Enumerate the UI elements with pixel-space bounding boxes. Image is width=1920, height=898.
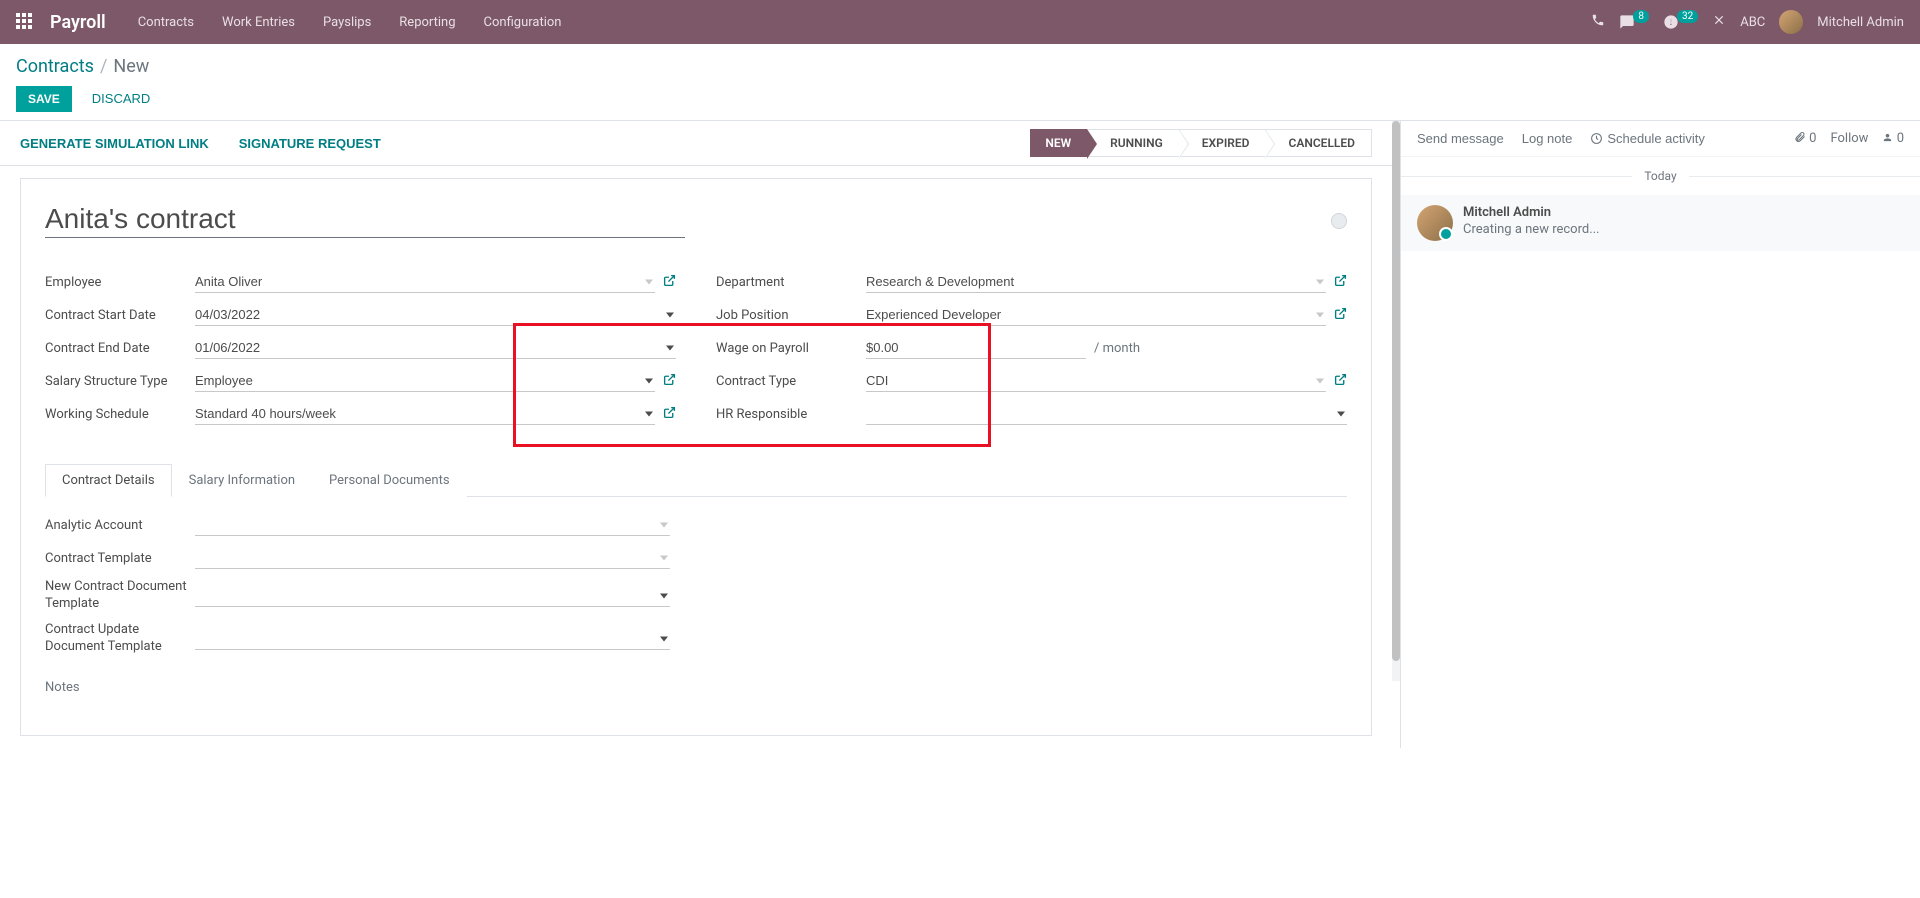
- app-brand[interactable]: Payroll: [50, 12, 106, 33]
- contract-template-label: Contract Template: [45, 551, 195, 566]
- contract-update-doc-template-label: Contract Update Document Template: [45, 622, 195, 656]
- chatter-panel: Send message Log note Schedule activity …: [1400, 121, 1920, 748]
- analytic-account-input[interactable]: [195, 514, 670, 536]
- discard-button[interactable]: DISCARD: [86, 85, 157, 112]
- scrollbar[interactable]: [1392, 121, 1400, 681]
- nav-configuration[interactable]: Configuration: [484, 15, 562, 30]
- user-name[interactable]: Mitchell Admin: [1817, 15, 1904, 30]
- breadcrumb: Contracts/New: [16, 56, 1904, 77]
- kanban-state-dot[interactable]: [1331, 213, 1347, 229]
- department-external-link-icon[interactable]: [1334, 274, 1347, 291]
- contract-type-label: Contract Type: [716, 374, 866, 389]
- activities-icon[interactable]: 32: [1663, 14, 1698, 30]
- messages-icon[interactable]: 8: [1619, 14, 1649, 30]
- working-schedule-label: Working Schedule: [45, 407, 195, 422]
- employee-input[interactable]: [195, 271, 655, 293]
- status-running[interactable]: RUNNING: [1087, 129, 1179, 157]
- status-cancelled[interactable]: CANCELLED: [1265, 129, 1372, 157]
- wage-label: Wage on Payroll: [716, 341, 866, 356]
- job-position-label: Job Position: [716, 308, 866, 323]
- user-avatar[interactable]: [1779, 10, 1803, 34]
- salary-structure-label: Salary Structure Type: [45, 374, 195, 389]
- save-button[interactable]: SAVE: [16, 86, 72, 112]
- tab-personal-documents[interactable]: Personal Documents: [312, 464, 467, 497]
- job-position-input[interactable]: [866, 304, 1326, 326]
- end-date-input[interactable]: [195, 337, 676, 359]
- new-contract-doc-template-label: New Contract Document Template: [45, 579, 195, 613]
- contract-type-external-link-icon[interactable]: [1334, 373, 1347, 390]
- chatter-date-separator: Today: [1401, 169, 1920, 183]
- company-switcher[interactable]: ABC: [1740, 15, 1765, 30]
- message-body: Creating a new record...: [1463, 222, 1904, 237]
- breadcrumb-current: New: [113, 56, 149, 77]
- log-note-button[interactable]: Log note: [1522, 131, 1573, 146]
- status-expired[interactable]: EXPIRED: [1179, 129, 1266, 157]
- new-contract-doc-template-input[interactable]: [195, 585, 670, 607]
- contract-type-input[interactable]: [866, 370, 1326, 392]
- nav-contracts[interactable]: Contracts: [138, 15, 194, 30]
- employee-label: Employee: [45, 275, 195, 290]
- department-input[interactable]: [866, 271, 1326, 293]
- tabs: Contract Details Salary Information Pers…: [45, 463, 1347, 497]
- attachments-count[interactable]: 0: [1794, 131, 1817, 146]
- start-date-label: Contract Start Date: [45, 308, 195, 323]
- phone-icon[interactable]: [1591, 13, 1605, 31]
- close-tray-icon[interactable]: [1712, 13, 1726, 31]
- salary-structure-external-link-icon[interactable]: [663, 373, 676, 390]
- analytic-account-label: Analytic Account: [45, 518, 195, 533]
- contract-update-doc-template-input[interactable]: [195, 628, 670, 650]
- nav-reporting[interactable]: Reporting: [399, 15, 455, 30]
- follow-button[interactable]: Follow: [1830, 131, 1868, 146]
- department-label: Department: [716, 275, 866, 290]
- working-schedule-input[interactable]: [195, 403, 655, 425]
- schedule-activity-button[interactable]: Schedule activity: [1590, 131, 1705, 146]
- message-author: Mitchell Admin: [1463, 205, 1904, 220]
- tab-salary-information[interactable]: Salary Information: [172, 464, 312, 497]
- messages-badge: 8: [1633, 10, 1649, 23]
- followers-count[interactable]: 0: [1882, 131, 1904, 146]
- status-bar: NEW RUNNING EXPIRED CANCELLED: [1030, 129, 1372, 157]
- contract-template-input[interactable]: [195, 547, 670, 569]
- breadcrumb-contracts[interactable]: Contracts: [16, 56, 94, 77]
- wage-unit: / month: [1094, 341, 1140, 356]
- apps-icon[interactable]: [16, 13, 34, 31]
- contract-name-input[interactable]: [45, 203, 685, 238]
- working-schedule-external-link-icon[interactable]: [663, 406, 676, 423]
- salary-structure-input[interactable]: [195, 370, 655, 392]
- start-date-input[interactable]: [195, 304, 676, 326]
- nav-payslips[interactable]: Payslips: [323, 15, 371, 30]
- send-message-button[interactable]: Send message: [1417, 131, 1504, 146]
- status-new[interactable]: NEW: [1030, 129, 1087, 157]
- chatter-message: Mitchell Admin Creating a new record...: [1401, 195, 1920, 251]
- top-navbar: Payroll Contracts Work Entries Payslips …: [0, 0, 1920, 44]
- signature-request-button[interactable]: SIGNATURE REQUEST: [239, 136, 381, 151]
- activities-badge: 32: [1677, 10, 1698, 23]
- hr-responsible-label: HR Responsible: [716, 407, 866, 422]
- generate-simulation-link-button[interactable]: GENERATE SIMULATION LINK: [20, 136, 209, 151]
- message-avatar: [1417, 205, 1453, 241]
- wage-input[interactable]: [866, 337, 1086, 359]
- job-position-external-link-icon[interactable]: [1334, 307, 1347, 324]
- employee-external-link-icon[interactable]: [663, 274, 676, 291]
- nav-work-entries[interactable]: Work Entries: [222, 15, 295, 30]
- notes-label: Notes: [45, 680, 1347, 695]
- tab-contract-details[interactable]: Contract Details: [45, 464, 172, 497]
- hr-responsible-input[interactable]: [866, 403, 1347, 425]
- end-date-label: Contract End Date: [45, 341, 195, 356]
